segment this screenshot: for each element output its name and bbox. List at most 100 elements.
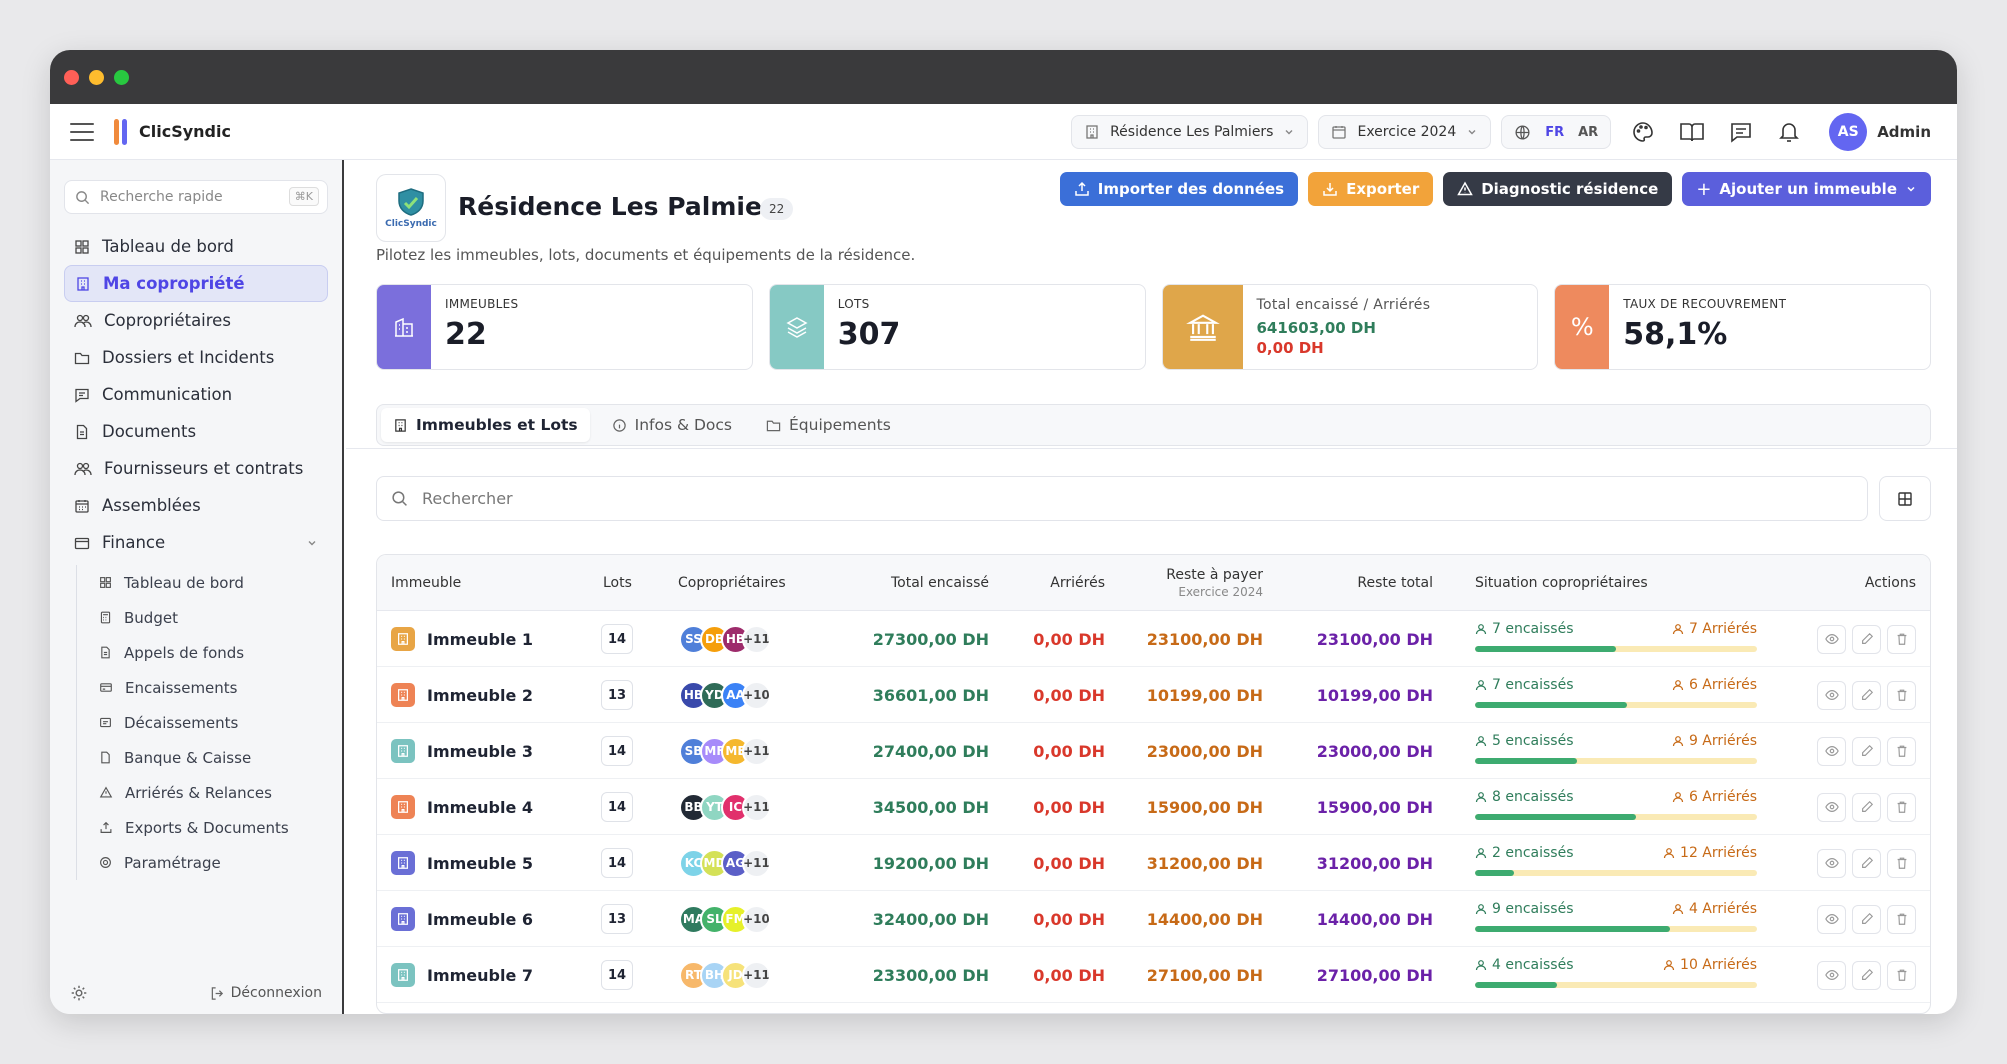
table-row[interactable]: Immeuble 6 13 MA SL FM +10 32400,00 DH 0,00… [377, 891, 1930, 947]
residence-select[interactable]: Résidence Les Palmiers [1071, 115, 1309, 149]
messages-icon[interactable] [1729, 120, 1753, 144]
sidebar-sub-budget[interactable]: Budget [77, 600, 342, 635]
delete-button[interactable] [1887, 680, 1916, 710]
delete-button[interactable] [1887, 904, 1916, 934]
sidebar-item-finance[interactable]: Finance [64, 524, 328, 561]
sidebar-item-communication[interactable]: Communication [64, 376, 328, 413]
view-button[interactable] [1817, 848, 1846, 878]
sidebar-item-fournisseurs[interactable]: Fournisseurs et contrats [64, 450, 328, 487]
sidebar-sub-parametrage[interactable]: Paramétrage [77, 845, 342, 880]
more-owners-badge[interactable]: +11 [742, 848, 771, 878]
tab-label: Infos & Docs [634, 416, 733, 434]
view-button[interactable] [1817, 792, 1846, 822]
sidebar-item-assemblees[interactable]: Assemblées [64, 487, 328, 524]
quick-search-input[interactable]: Recherche rapide ⌘K [64, 180, 328, 214]
close-window-button[interactable] [64, 69, 79, 85]
col-situation[interactable]: Situation copropriétaires [1475, 555, 1648, 611]
add-building-button[interactable]: + Ajouter un immeuble [1682, 172, 1931, 206]
view-button[interactable] [1817, 904, 1846, 934]
sidebar-sub-decaissements[interactable]: Décaissements [77, 705, 342, 740]
sidebar-item-coproprietaires[interactable]: Copropriétaires [64, 302, 328, 339]
more-owners-badge[interactable]: +11 [742, 624, 771, 654]
view-button[interactable] [1817, 736, 1846, 766]
more-owners-badge[interactable]: +11 [742, 736, 771, 766]
sidebar-item-dossiers[interactable]: Dossiers et Incidents [64, 339, 328, 376]
table-row[interactable]: Immeuble 1 14 SS DB HB +11 27300,00 DH 0,00… [377, 611, 1930, 667]
delete-button[interactable] [1887, 848, 1916, 878]
delete-button[interactable] [1887, 624, 1916, 654]
logout-button[interactable]: Déconnexion [210, 985, 322, 1001]
admin-avatar[interactable]: AS [1829, 113, 1868, 151]
sidebar-sub-appels-de-fonds[interactable]: Appels de fonds [77, 635, 342, 670]
col-reste-total[interactable]: Reste total [1277, 555, 1433, 611]
building-name[interactable]: Immeuble 3 [427, 742, 533, 761]
edit-button[interactable] [1852, 736, 1881, 766]
sidebar-item-documents[interactable]: Documents [64, 413, 328, 450]
building-name[interactable]: Immeuble 4 [427, 798, 533, 817]
delete-button[interactable] [1887, 736, 1916, 766]
menu-toggle-icon[interactable] [70, 122, 94, 141]
sidebar-sub-exports-documents[interactable]: Exports & Documents [77, 810, 342, 845]
delete-button[interactable] [1887, 960, 1916, 990]
edit-button[interactable] [1852, 960, 1881, 990]
owners-situation: 8 encaissés 6 Arriérés [1475, 789, 1757, 829]
building-name[interactable]: Immeuble 7 [427, 966, 533, 985]
settings-gear-icon[interactable] [70, 984, 88, 1002]
arrieres-indicator: 10 Arriérés [1663, 957, 1757, 973]
col-total-encaisse[interactable]: Total encaissé [827, 555, 989, 611]
grid-view-button[interactable] [1879, 476, 1931, 521]
book-icon[interactable] [1679, 120, 1705, 144]
table-row[interactable]: Immeuble 2 13 HB YD AA +10 36601,00 DH 0,00… [377, 667, 1930, 723]
import-data-button[interactable]: Importer des données [1059, 172, 1299, 206]
table-row[interactable]: Immeuble 4 14 BB YT IC +11 34500,00 DH 0,00… [377, 779, 1930, 835]
view-button[interactable] [1817, 960, 1846, 990]
edit-button[interactable] [1852, 624, 1881, 654]
more-owners-badge[interactable]: +11 [742, 792, 771, 822]
tab-infos-docs[interactable]: Infos & Docs [600, 408, 744, 442]
view-button[interactable] [1817, 624, 1846, 654]
more-owners-badge[interactable]: +10 [742, 904, 771, 934]
building-name[interactable]: Immeuble 2 [427, 686, 533, 705]
export-button[interactable]: Exporter [1308, 172, 1434, 206]
sidebar-item-dashboard[interactable]: Tableau de bord [64, 228, 328, 265]
building-name[interactable]: Immeuble 5 [427, 854, 533, 873]
edit-button[interactable] [1852, 848, 1881, 878]
minimize-window-button[interactable] [89, 69, 104, 85]
view-button[interactable] [1817, 680, 1846, 710]
tab-equipements[interactable]: Équipements [754, 408, 903, 442]
sidebar-sub-arrieres-relances[interactable]: Arriérés & Relances [77, 775, 342, 810]
sidebar-item-ma-copropriete[interactable]: Ma copropriété [64, 265, 328, 302]
more-owners-badge[interactable]: +11 [742, 960, 771, 990]
col-reste-a-payer[interactable]: Reste à payer Exercice 2024 [1117, 555, 1263, 611]
maximize-window-button[interactable] [114, 69, 129, 85]
building-cell: Immeuble 7 [391, 947, 533, 1003]
edit-button[interactable] [1852, 904, 1881, 934]
admin-name[interactable]: Admin [1877, 123, 1931, 141]
sidebar-sub-banque-caisse[interactable]: Banque & Caisse [77, 740, 342, 775]
edit-button[interactable] [1852, 792, 1881, 822]
col-coproprietaires[interactable]: Copropriétaires [678, 555, 786, 611]
bell-icon[interactable] [1777, 120, 1801, 144]
pencil-icon [1861, 800, 1873, 812]
palette-icon[interactable] [1631, 120, 1655, 144]
table-row[interactable]: Immeuble 7 14 RT BH JD +11 23300,00 DH 0,00… [377, 947, 1930, 1003]
col-lots[interactable]: Lots [603, 555, 632, 611]
tab-immeubles-lots[interactable]: Immeubles et Lots [381, 408, 590, 442]
table-row[interactable]: Immeuble 5 14 KC MD AG +11 19200,00 DH 0,00… [377, 835, 1930, 891]
building-name[interactable]: Immeuble 6 [427, 910, 533, 929]
diagnostic-button[interactable]: Diagnostic résidence [1443, 172, 1673, 206]
table-row[interactable]: Immeuble 3 14 SB MF ME +11 27400,00 DH 0,00… [377, 723, 1930, 779]
table-search-input[interactable]: Rechercher [376, 476, 1868, 521]
col-arrieres[interactable]: Arriérés [997, 555, 1105, 611]
reste-total-value: 10199,00 DH [1316, 685, 1433, 705]
edit-button[interactable] [1852, 680, 1881, 710]
lang-ar-button[interactable]: AR [1578, 125, 1598, 140]
delete-button[interactable] [1887, 792, 1916, 822]
lang-fr-button[interactable]: FR [1545, 125, 1564, 140]
building-name[interactable]: Immeuble 1 [427, 630, 533, 649]
col-immeuble[interactable]: Immeuble [391, 555, 461, 611]
exercise-select[interactable]: Exercice 2024 [1318, 115, 1492, 149]
sidebar-sub-encaissements[interactable]: Encaissements [77, 670, 342, 705]
more-owners-badge[interactable]: +10 [742, 680, 771, 710]
sidebar-sub-tableau-de-bord[interactable]: Tableau de bord [77, 565, 342, 600]
